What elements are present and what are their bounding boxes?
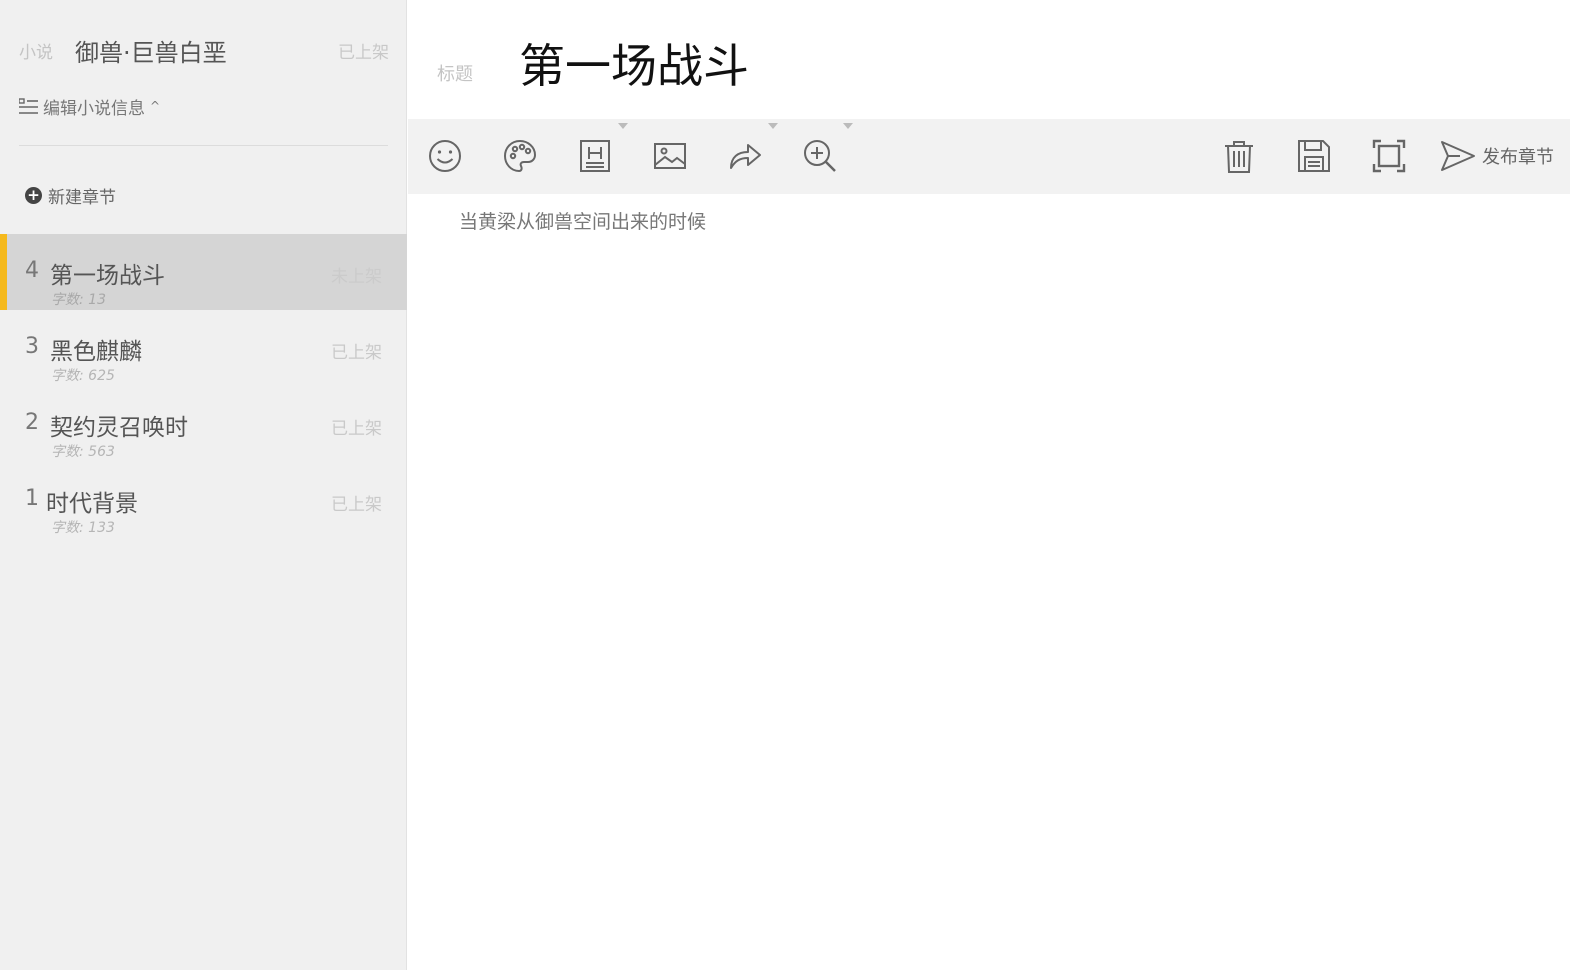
redo-button[interactable] <box>722 123 778 179</box>
chapter-title: 黑色麒麟 <box>50 339 142 365</box>
chapter-item-4[interactable]: 4 第一场战斗 字数: 13 未上架 <box>0 234 407 310</box>
trash-icon <box>1225 141 1253 173</box>
chapter-title: 契约灵召唤时 <box>50 415 188 441</box>
novel-title: 御兽·巨兽白垩 <box>75 38 227 67</box>
novel-status: 已上架 <box>338 42 389 63</box>
chevron-up-icon: ^ <box>150 99 161 113</box>
redo-icon <box>730 144 761 169</box>
chapter-item-1[interactable]: 1 时代背景 字数: 133 已上架 <box>0 462 407 538</box>
save-button[interactable] <box>1291 133 1337 179</box>
chapter-word-count: 字数: 563 <box>51 444 115 460</box>
smiley-icon <box>429 140 461 172</box>
chapter-word-count: 字数: 13 <box>51 292 106 308</box>
chapter-number: 2 <box>25 410 39 435</box>
insert-image-button[interactable] <box>647 133 693 179</box>
emoji-button[interactable] <box>422 133 468 179</box>
publish-chapter-button[interactable]: 发布章节 <box>1440 133 1554 179</box>
save-icon <box>1298 140 1330 172</box>
edit-novel-info-toggle[interactable]: 编辑小说信息 ^ <box>19 94 161 119</box>
new-chapter-button[interactable]: + 新建章节 <box>25 184 116 208</box>
chapter-item-3[interactable]: 3 黑色麒麟 字数: 625 已上架 <box>0 310 407 386</box>
publish-chapter-label: 发布章节 <box>1482 147 1554 168</box>
chapter-status: 已上架 <box>331 419 382 439</box>
delete-button[interactable] <box>1216 133 1262 179</box>
editor-panel: 标题 第一场战斗 发布章节 当黄梁从御兽空间出来的时候 <box>408 0 1570 970</box>
image-icon <box>654 143 686 169</box>
fullscreen-icon <box>1372 139 1406 173</box>
chapter-status: 已上架 <box>331 343 382 363</box>
chapter-title-input[interactable]: 第一场战斗 <box>519 30 749 96</box>
chapter-status: 未上架 <box>331 267 382 287</box>
chapter-content-editor[interactable]: 当黄梁从御兽空间出来的时候 <box>459 208 1539 236</box>
sidebar-divider <box>19 145 388 146</box>
chapter-item-2[interactable]: 2 契约灵召唤时 字数: 563 已上架 <box>0 386 407 462</box>
chapter-number: 1 <box>25 486 39 511</box>
chapter-title: 第一场战斗 <box>50 263 165 289</box>
new-chapter-label: 新建章节 <box>48 187 116 208</box>
heading-button[interactable] <box>572 123 628 179</box>
dropdown-caret-icon <box>618 123 628 129</box>
chapter-number: 3 <box>25 334 39 359</box>
send-icon <box>1441 141 1475 171</box>
heading-icon <box>580 140 610 172</box>
fullscreen-button[interactable] <box>1366 133 1412 179</box>
palette-icon <box>503 139 537 173</box>
zoom-in-icon <box>804 140 836 172</box>
chapter-title: 时代背景 <box>46 491 138 517</box>
color-button[interactable] <box>497 133 543 179</box>
chapter-number: 4 <box>25 258 39 283</box>
dropdown-caret-icon <box>768 123 778 129</box>
title-label: 标题 <box>437 64 473 85</box>
plus-circle-icon: + <box>25 186 42 204</box>
novel-label: 小说 <box>19 42 53 63</box>
chapter-word-count: 字数: 133 <box>51 520 115 536</box>
chapter-status: 已上架 <box>331 495 382 515</box>
edit-info-label: 编辑小说信息 <box>43 98 145 119</box>
chapter-word-count: 字数: 625 <box>51 368 115 384</box>
dropdown-caret-icon <box>843 123 853 129</box>
list-icon <box>19 97 38 114</box>
zoom-button[interactable] <box>797 123 853 179</box>
editor-toolbar: 发布章节 <box>408 119 1570 194</box>
sidebar: 小说 御兽·巨兽白垩 已上架 编辑小说信息 ^ + 新建章节 4 第一场战斗 字… <box>0 0 407 970</box>
novel-header: 小说 御兽·巨兽白垩 已上架 <box>19 30 389 70</box>
app-root: 小说 御兽·巨兽白垩 已上架 编辑小说信息 ^ + 新建章节 4 第一场战斗 字… <box>0 0 1570 970</box>
chapter-list: 4 第一场战斗 字数: 13 未上架 3 黑色麒麟 字数: 625 已上架 2 … <box>0 234 407 538</box>
